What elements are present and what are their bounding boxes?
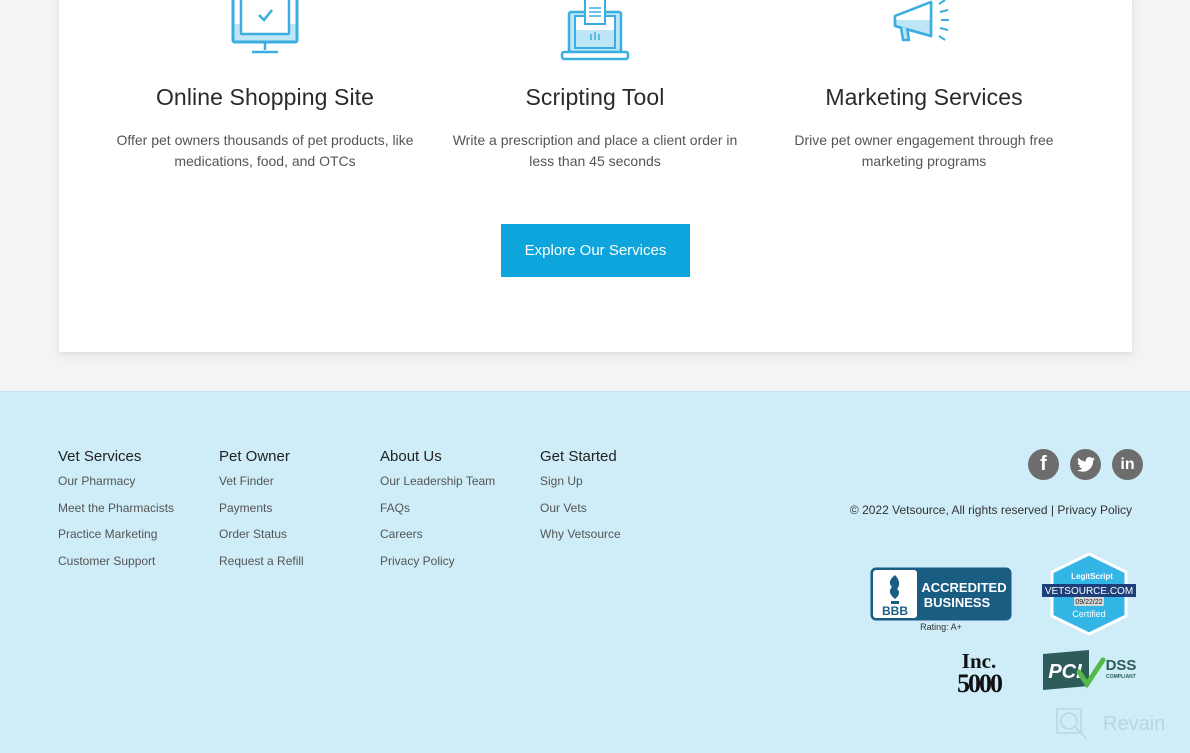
footer-link[interactable]: Sign Up bbox=[540, 474, 621, 488]
feature-description: Drive pet owner engagement through free … bbox=[794, 132, 1054, 169]
twitter-bird-glyph bbox=[1076, 457, 1095, 472]
bbb-logo-text: BBB bbox=[882, 604, 908, 618]
pci-line1: DSS bbox=[1106, 657, 1137, 674]
footer-link[interactable]: Customer Support bbox=[58, 554, 174, 568]
linkedin-icon[interactable]: in bbox=[1112, 449, 1143, 480]
footer-column-about-us: About Us Our Leadership Team FAQs Career… bbox=[380, 448, 495, 580]
bbb-accredited-badge[interactable]: BBB ACCREDITED BUSINESS Rating: A+ bbox=[870, 567, 1012, 633]
twitter-icon[interactable] bbox=[1070, 449, 1101, 480]
bbb-line2: BUSINESS bbox=[924, 595, 991, 610]
footer-link[interactable]: Practice Marketing bbox=[58, 527, 174, 541]
feature-title: Online Shopping Site bbox=[155, 84, 375, 110]
revain-text: Revain bbox=[1103, 712, 1166, 735]
privacy-policy-link[interactable]: Privacy Policy bbox=[1057, 503, 1132, 517]
footer-link[interactable]: Our Vets bbox=[540, 501, 621, 515]
footer-column-heading: Get Started bbox=[540, 448, 617, 465]
megaphone-icon bbox=[893, 0, 949, 42]
footer-link[interactable]: Payments bbox=[219, 501, 304, 515]
footer-column-heading: About Us bbox=[380, 448, 442, 465]
legitscript-domain: VETSOURCE.COM bbox=[1045, 586, 1133, 597]
footer-column-heading: Vet Services bbox=[58, 448, 142, 465]
inc-line2: 5000 bbox=[957, 669, 1003, 696]
footer-link[interactable]: Careers bbox=[380, 527, 495, 541]
bbb-rating: Rating: A+ bbox=[920, 622, 962, 632]
footer-column-pet-owner: Pet Owner Vet Finder Payments Order Stat… bbox=[219, 448, 304, 580]
copyright-text: © 2022 Vetsource, All rights reserved | … bbox=[850, 503, 1132, 517]
footer-link[interactable]: Our Pharmacy bbox=[58, 474, 174, 488]
legitscript-date: 09/22/22 bbox=[1075, 599, 1102, 606]
social-links: f in bbox=[1028, 449, 1143, 480]
footer-link[interactable]: Vet Finder bbox=[219, 474, 304, 488]
revain-logo-icon bbox=[1056, 708, 1088, 740]
revain-watermark: Revain bbox=[1055, 707, 1165, 741]
footer-column-vet-services: Vet Services Our Pharmacy Meet the Pharm… bbox=[58, 448, 174, 580]
pci-dss-compliant-badge: PCI DSS COMPLIANT bbox=[1043, 650, 1137, 690]
footer-link[interactable]: Our Leadership Team bbox=[380, 474, 495, 488]
feature-title: Scripting Tool bbox=[525, 84, 665, 110]
inc-5000-badge: Inc. 5000 bbox=[957, 650, 1005, 696]
footer: Vet Services Our Pharmacy Meet the Pharm… bbox=[0, 391, 1190, 753]
services-section: Online Shopping Site Offer pet owners th… bbox=[0, 0, 1190, 391]
monitor-check-icon bbox=[231, 0, 299, 54]
facebook-icon[interactable]: f bbox=[1028, 449, 1059, 480]
footer-column-get-started: Get Started Sign Up Our Vets Why Vetsour… bbox=[540, 448, 621, 554]
explore-services-button[interactable]: Explore Our Services bbox=[501, 224, 690, 277]
feature-description: Offer pet owners thousands of pet produc… bbox=[116, 132, 414, 169]
copyright-label: © 2022 Vetsource, All rights reserved | bbox=[849, 503, 1054, 517]
footer-link[interactable]: Privacy Policy bbox=[380, 554, 495, 568]
footer-column-heading: Pet Owner bbox=[219, 448, 290, 465]
bbb-line1: ACCREDITED bbox=[921, 580, 1006, 595]
pci-line2: COMPLIANT bbox=[1106, 674, 1136, 680]
services-card: Online Shopping Site Offer pet owners th… bbox=[59, 0, 1132, 352]
legitscript-brand: LegitScript bbox=[1071, 572, 1113, 581]
footer-link[interactable]: Order Status bbox=[219, 527, 304, 541]
feature-title: Marketing Services bbox=[825, 84, 1023, 110]
legitscript-status: Certified bbox=[1072, 609, 1106, 619]
footer-link[interactable]: FAQs bbox=[380, 501, 495, 515]
footer-link[interactable]: Why Vetsource bbox=[540, 527, 621, 541]
footer-link[interactable]: Request a Refill bbox=[219, 554, 304, 568]
footer-link[interactable]: Meet the Pharmacists bbox=[58, 501, 174, 515]
laptop-prescription-icon bbox=[560, 0, 630, 61]
legitscript-certified-badge[interactable]: LegitScript VETSOURCE.COM 09/22/22 Certi… bbox=[1040, 552, 1138, 636]
feature-description: Write a prescription and place a client … bbox=[452, 132, 738, 169]
